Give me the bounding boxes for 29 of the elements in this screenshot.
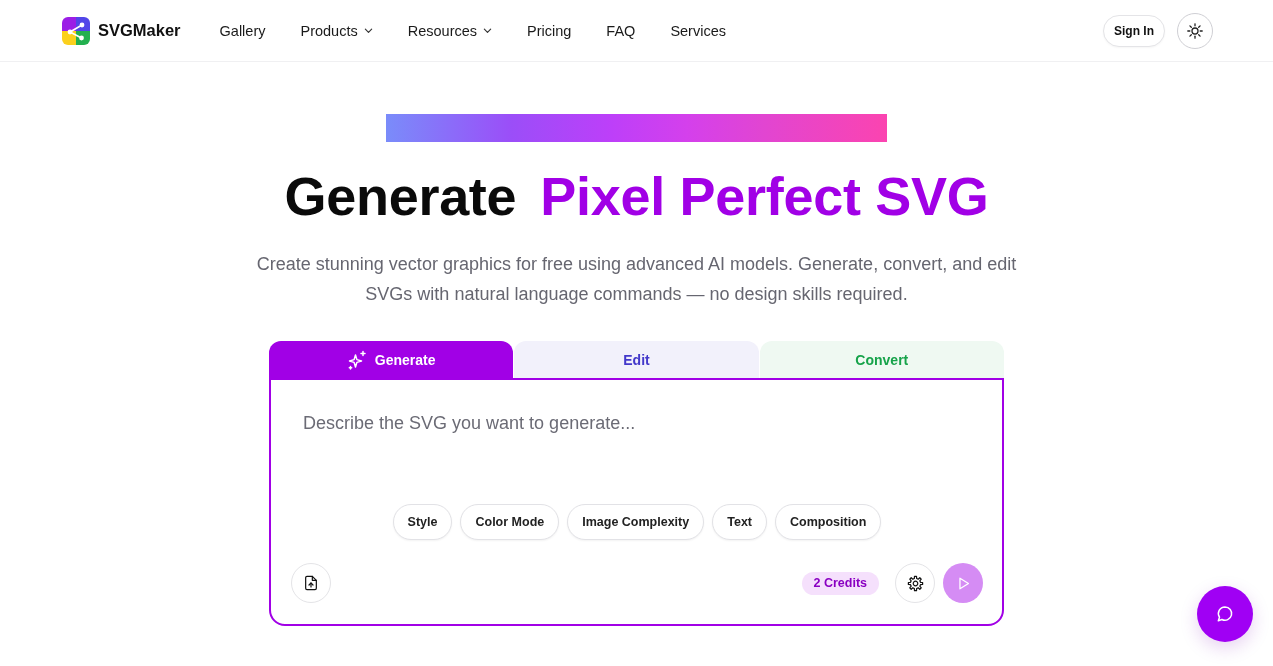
file-arrow-up-icon (303, 575, 319, 591)
headline-text: Generate (284, 165, 517, 228)
nav-link[interactable]: Services (670, 22, 726, 39)
option-button[interactable]: Image Complexity (567, 504, 705, 540)
option-button[interactable]: Text (712, 504, 767, 540)
sun-icon (1187, 22, 1203, 39)
headline-accent-text: Pixel Perfect SVG (540, 165, 989, 228)
prompt-panel[interactable]: Describe the SVG you want to generate... Style Color Mode Image Complexity Text Composition 2 Credits (269, 378, 1004, 626)
logo-icon[interactable] (62, 16, 90, 45)
chat-bubble-icon (1215, 604, 1235, 624)
nav-link[interactable]: Products (300, 22, 373, 39)
brand-name[interactable]: SVGMaker (98, 21, 181, 40)
option-button[interactable]: Composition (775, 504, 882, 540)
option-button[interactable]: Style (392, 504, 453, 540)
hero-subtitle: Create stunning vector graphics for free using advanced AI models. Generate, convert, and edit SVGs with natural language commands — no design skills required. (255, 253, 1018, 306)
option-button[interactable]: Color Mode (460, 504, 560, 540)
nav-link[interactable]: FAQ (606, 22, 636, 39)
settings-button[interactable] (895, 563, 935, 603)
nav-link[interactable]: Resources (407, 22, 493, 39)
nav-link[interactable]: Gallery (219, 22, 266, 39)
tab[interactable]: Edit (514, 341, 759, 378)
theme-toggle-button[interactable] (1177, 12, 1213, 49)
nav-link[interactable]: Pricing (527, 22, 572, 39)
settings-icon (906, 574, 924, 592)
sign-in-button[interactable]: Sign In (1103, 14, 1165, 47)
upload-file-button[interactable] (291, 563, 331, 603)
tab[interactable]: Generate (269, 341, 514, 378)
chat-button[interactable] (1197, 586, 1253, 642)
credits-badge: 2 Credits (801, 571, 879, 595)
